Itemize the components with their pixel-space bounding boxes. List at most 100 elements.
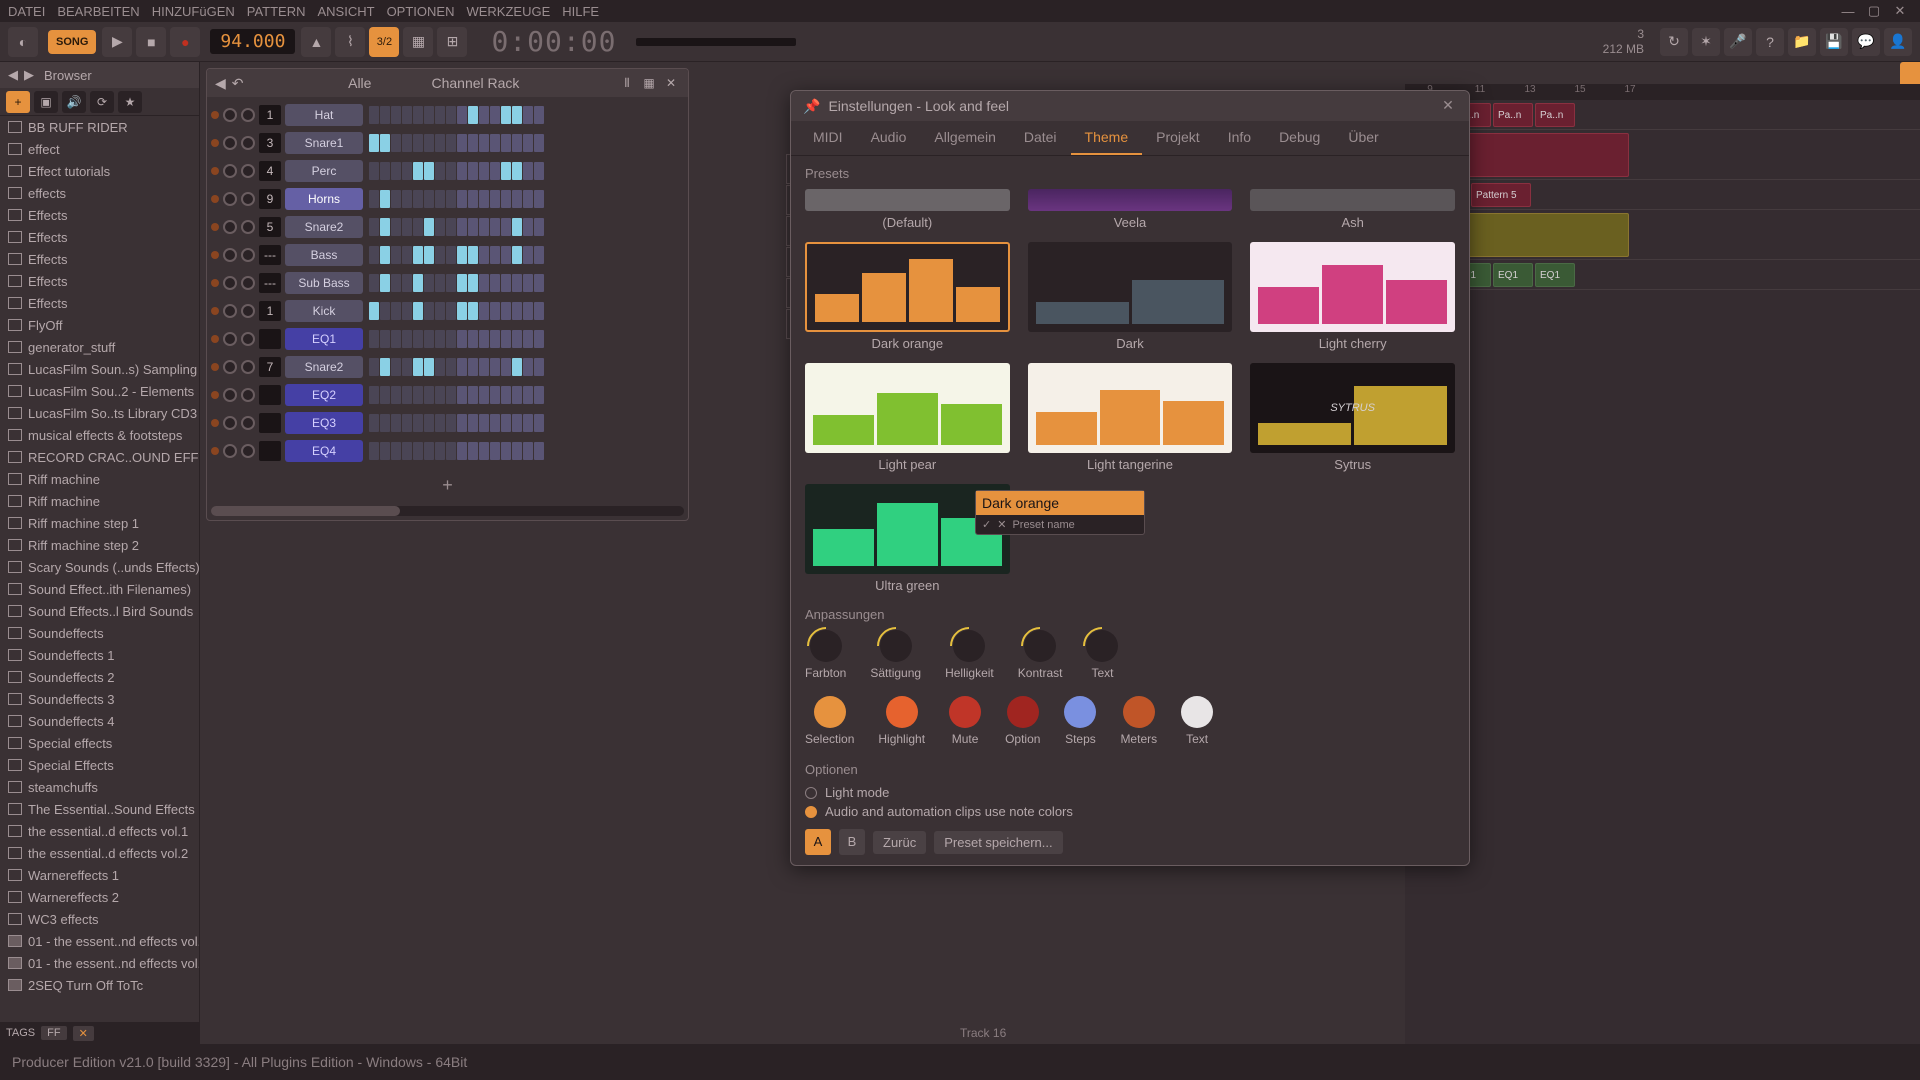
channel-name-button[interactable]: Snare2 [285, 216, 363, 238]
channel-pan-knob[interactable] [223, 136, 237, 150]
browser-folder-item[interactable]: steamchuffs [0, 776, 199, 798]
browser-star-icon[interactable]: ★ [118, 91, 142, 113]
channel-pan-knob[interactable] [223, 276, 237, 290]
color-swatch-meters[interactable]: Meters [1120, 696, 1157, 746]
playlist-clip[interactable]: Pa..n 1 [1493, 103, 1533, 127]
tag-ff[interactable]: FF [41, 1026, 66, 1040]
channel-pan-knob[interactable] [223, 164, 237, 178]
browser-folder-item[interactable]: The Essential..Sound Effects [0, 798, 199, 820]
browser-folder-item[interactable]: BB RUFF RIDER [0, 116, 199, 138]
reset-button[interactable]: Zurüc [873, 831, 926, 854]
preset-light-tangerine[interactable]: Light tangerine [1028, 363, 1233, 472]
rename-cancel-icon[interactable]: ✕ [997, 518, 1006, 531]
adjust-knob-helligkeit[interactable]: Helligkeit [945, 630, 994, 680]
compare-b-button[interactable]: B [839, 829, 865, 855]
save-preset-button[interactable]: Preset speichern... [934, 831, 1062, 854]
channel-mixer-track[interactable]: 9 [259, 189, 281, 209]
channel-mixer-track[interactable]: 1 [259, 105, 281, 125]
channel-led-icon[interactable] [211, 279, 219, 287]
tab-midi[interactable]: MIDI [799, 121, 857, 155]
song-mode-button[interactable]: SONG [48, 30, 96, 54]
channel-pan-knob[interactable] [223, 416, 237, 430]
browser-folder-item[interactable]: Riff machine [0, 468, 199, 490]
channel-name-button[interactable]: Snare2 [285, 356, 363, 378]
browser-folder-item[interactable]: Effects [0, 226, 199, 248]
browser-folder-item[interactable]: musical effects & footsteps [0, 424, 199, 446]
browser-audio-icon[interactable]: 🔊 [62, 91, 86, 113]
rack-close-icon[interactable]: ✕ [662, 74, 680, 92]
browser-folder-item[interactable]: Effects [0, 248, 199, 270]
channel-mixer-track[interactable]: 7 [259, 357, 281, 377]
channel-name-button[interactable]: Bass [285, 244, 363, 266]
browser-folder-item[interactable]: LucasFilm Sou..2 - Elements [0, 380, 199, 402]
channel-vol-knob[interactable] [241, 248, 255, 262]
help-icon[interactable]: ? [1756, 28, 1784, 56]
channel-step-sequencer[interactable] [369, 162, 544, 180]
option-light-mode[interactable]: Light mode [805, 785, 1455, 800]
tab-projekt[interactable]: Projekt [1142, 121, 1214, 155]
playlist-clip[interactable]: Pattern 5 [1471, 183, 1531, 207]
channel-step-sequencer[interactable] [369, 442, 544, 460]
channel-step-sequencer[interactable] [369, 190, 544, 208]
browser-tree[interactable]: BB RUFF RIDEReffectEffect tutorialseffec… [0, 116, 199, 1022]
browser-folder-item[interactable]: RECORD CRAC..OUND EFFECT [0, 446, 199, 468]
tab-info[interactable]: Info [1214, 121, 1265, 155]
channel-row[interactable]: 1Hat [207, 101, 688, 129]
adjust-knob-farbton[interactable]: Farbton [805, 630, 846, 680]
menu-pattern[interactable]: PATTERN [247, 4, 306, 19]
rack-undo-icon[interactable]: ↶ [232, 75, 244, 92]
channel-row[interactable]: EQ2 [207, 381, 688, 409]
channel-row[interactable]: ---Bass [207, 241, 688, 269]
browser-folder-item[interactable]: Sound Effect..ith Filenames) [0, 578, 199, 600]
channel-led-icon[interactable] [211, 251, 219, 259]
browser-folder-item[interactable]: Riff machine step 1 [0, 512, 199, 534]
menu-optionen[interactable]: OPTIONEN [387, 4, 455, 19]
channel-led-icon[interactable] [211, 307, 219, 315]
preset-default[interactable]: (Default) [805, 189, 1010, 230]
browser-folder-item[interactable]: Soundeffects 1 [0, 644, 199, 666]
channel-name-button[interactable]: Snare1 [285, 132, 363, 154]
playlist-clip[interactable]: EQ1 [1493, 263, 1533, 287]
undo-history-icon[interactable]: ↻ [1660, 28, 1688, 56]
rack-grid-icon[interactable]: ▦ [640, 74, 658, 92]
browser-folder-item[interactable]: the essential..d effects vol.2 [0, 842, 199, 864]
color-swatch-mute[interactable]: Mute [949, 696, 981, 746]
channel-vol-knob[interactable] [241, 388, 255, 402]
channel-step-sequencer[interactable] [369, 386, 544, 404]
channel-name-button[interactable]: Horns [285, 188, 363, 210]
channel-pan-knob[interactable] [223, 192, 237, 206]
channel-vol-knob[interactable] [241, 360, 255, 374]
channel-row[interactable]: 1Kick [207, 297, 688, 325]
browser-file-item[interactable]: 2SEQ Turn Off ToTc [0, 974, 199, 996]
browser-folder-item[interactable]: the essential..d effects vol.1 [0, 820, 199, 842]
mic-icon[interactable]: 🎤 [1724, 28, 1752, 56]
step-edit-icon[interactable]: ▦ [403, 27, 433, 57]
browser-folder-item[interactable]: Warnereffects 2 [0, 886, 199, 908]
tempo-display[interactable]: 94.000 [210, 29, 295, 54]
channel-row[interactable]: EQ3 [207, 409, 688, 437]
channel-pan-knob[interactable] [223, 332, 237, 346]
open-icon[interactable]: 📁 [1788, 28, 1816, 56]
channel-name-button[interactable]: Hat [285, 104, 363, 126]
playlist-clip[interactable]: Pa..n 1 [1535, 103, 1575, 127]
adjust-knob-sättigung[interactable]: Sättigung [870, 630, 921, 680]
channel-pan-knob[interactable] [223, 444, 237, 458]
channel-pan-knob[interactable] [223, 108, 237, 122]
channel-pan-knob[interactable] [223, 304, 237, 318]
channel-vol-knob[interactable] [241, 444, 255, 458]
browser-file-item[interactable]: 01 - the essent..nd effects vol.2 [0, 930, 199, 952]
snap-button[interactable]: 3/2 [369, 27, 399, 57]
menu-hinzufuegen[interactable]: HINZUFüGEN [152, 4, 235, 19]
preset-ultra-green[interactable]: Ultra green ✓✕Preset name [805, 484, 1010, 593]
play-button[interactable]: ▶ [102, 27, 132, 57]
channel-step-sequencer[interactable] [369, 274, 544, 292]
preset-veela[interactable]: Veela [1028, 189, 1233, 230]
settings-close-icon[interactable]: ✕ [1439, 97, 1457, 115]
channel-pan-knob[interactable] [223, 220, 237, 234]
browser-folder-item[interactable]: Effects [0, 204, 199, 226]
color-swatch-steps[interactable]: Steps [1064, 696, 1096, 746]
menu-hilfe[interactable]: HILFE [562, 4, 599, 19]
channel-vol-knob[interactable] [241, 108, 255, 122]
tab-ueber[interactable]: Über [1334, 121, 1392, 155]
channel-led-icon[interactable] [211, 391, 219, 399]
